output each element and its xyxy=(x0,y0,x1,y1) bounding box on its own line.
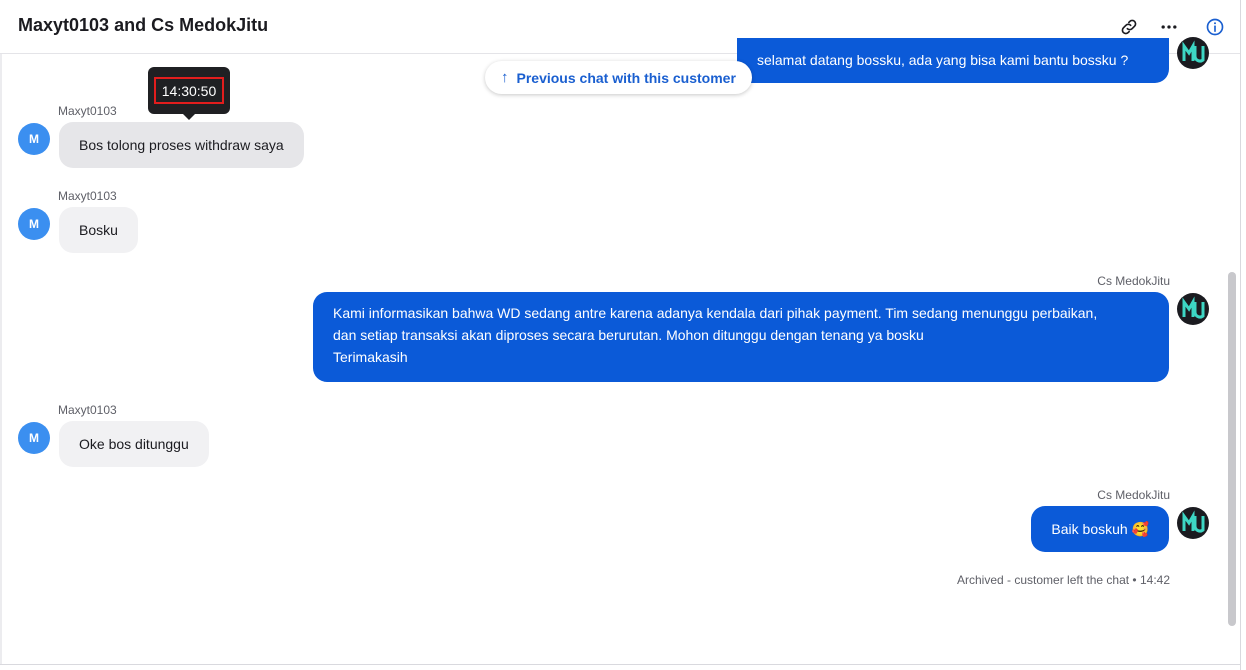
message-bubble-customer[interactable]: Oke bos ditunggu xyxy=(59,421,209,467)
chat-status: Archived - customer left the chat • 14:4… xyxy=(957,573,1170,587)
message-line: Kami informasikan bahwa WD sedang antre … xyxy=(333,305,1098,321)
panel-border-right xyxy=(1240,0,1246,670)
info-icon[interactable] xyxy=(1202,14,1228,40)
sender-name: Cs MedokJitu xyxy=(1097,488,1170,502)
more-icon[interactable] xyxy=(1156,14,1182,40)
chat-status-text: Archived - customer left the chat xyxy=(957,573,1130,587)
sender-name: Maxyt0103 xyxy=(58,189,117,203)
message-line: dan setiap transaksi akan diproses secar… xyxy=(333,327,924,343)
customer-avatar: M xyxy=(18,422,50,454)
message-bubble-agent[interactable]: Kami informasikan bahwa WD sedang antre … xyxy=(313,292,1169,382)
previous-chat-button[interactable]: ↑ Previous chat with this customer xyxy=(485,61,752,94)
scrollbar[interactable] xyxy=(1228,272,1236,626)
customer-avatar: M xyxy=(18,123,50,155)
agent-avatar xyxy=(1177,507,1209,539)
link-icon[interactable] xyxy=(1116,14,1142,40)
message-text: Bosku xyxy=(79,222,118,238)
chat-status-time: 14:42 xyxy=(1139,573,1170,587)
sender-name: Maxyt0103 xyxy=(58,403,117,417)
message-text: selamat datang bossku, ada yang bisa kam… xyxy=(757,52,1129,68)
message-text: Bos tolong proses withdraw saya xyxy=(79,137,284,153)
arrow-up-icon: ↑ xyxy=(501,69,509,86)
composer-border xyxy=(0,664,1240,670)
panel-border xyxy=(0,54,2,670)
tooltip-time: 14:30:50 xyxy=(154,77,224,104)
separator-dot: • xyxy=(1132,573,1140,587)
agent-avatar xyxy=(1177,37,1209,69)
message-bubble-customer[interactable]: Bosku xyxy=(59,207,138,253)
sender-name: Maxyt0103 xyxy=(58,104,117,118)
sender-name: Cs MedokJitu xyxy=(1097,274,1170,288)
message-bubble-agent[interactable]: Baik boskuh 🥰 xyxy=(1031,506,1169,552)
message-text: Oke bos ditunggu xyxy=(79,436,189,452)
message-text: Baik boskuh 🥰 xyxy=(1051,521,1149,537)
customer-avatar: M xyxy=(18,208,50,240)
timestamp-tooltip: 14:30:50 xyxy=(148,67,230,120)
chat-title: Maxyt0103 and Cs MedokJitu xyxy=(18,15,269,35)
message-line: Terimakasih xyxy=(333,349,408,365)
message-bubble-customer[interactable]: Bos tolong proses withdraw saya xyxy=(59,122,304,168)
message-bubble-agent: selamat datang bossku, ada yang bisa kam… xyxy=(737,38,1169,83)
agent-avatar xyxy=(1177,293,1209,325)
previous-chat-label: Previous chat with this customer xyxy=(516,69,736,86)
